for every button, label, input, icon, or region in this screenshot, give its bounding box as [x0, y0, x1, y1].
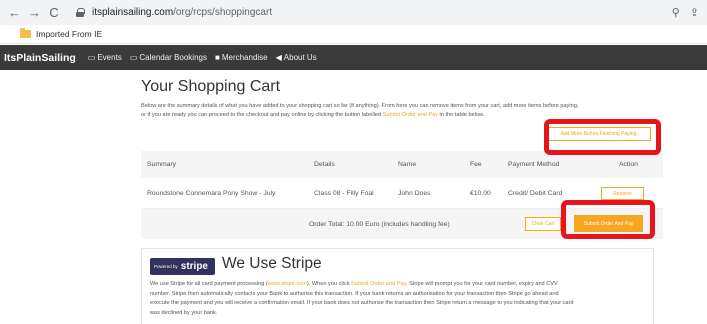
bookmark-imported-from-ie[interactable]: Imported From IE	[36, 29, 102, 39]
page-title: Your Shopping Cart	[141, 78, 281, 95]
remove-button[interactable]: Remove	[601, 187, 644, 200]
stripe-submit-link[interactable]: Submit Order and Pay	[351, 281, 406, 287]
row-fee: €10.00	[470, 189, 491, 197]
nav-events[interactable]: ▭ Events	[88, 53, 122, 62]
stripe-link[interactable]: www.stripe.com	[268, 281, 307, 287]
highlight-add-more	[544, 119, 661, 155]
cart-intro: Below are the summary details of what yo…	[141, 103, 579, 118]
url-text: itsplainsailing.com/org/rcps/shoppingcar…	[92, 6, 273, 18]
header-fee: Fee	[470, 161, 482, 168]
clear-cart-button[interactable]: Clear Cart	[525, 217, 561, 231]
share-icon[interactable]: ⇪	[690, 6, 699, 19]
folder-icon	[20, 28, 31, 38]
megaphone-icon: ◀	[275, 53, 282, 62]
header-name: Name	[398, 161, 417, 168]
header-details: Details	[314, 161, 335, 168]
row-payment-method: Credit/ Debit Card	[508, 189, 563, 197]
site-brand[interactable]: ItsPlainSailing	[4, 52, 76, 64]
reload-icon[interactable]: C	[48, 0, 60, 25]
calendar-icon: ▭	[87, 53, 96, 62]
forward-arrow-icon[interactable]: →	[28, 0, 41, 25]
row-summary: Roundstone Connemara Pony Show - July	[147, 189, 276, 197]
zoom-icon[interactable]: ⚲	[672, 6, 680, 19]
calendar-icon: ▭	[129, 53, 138, 62]
nav-calendar-bookings[interactable]: ▭ Calendar Bookings	[130, 53, 207, 62]
table-header: Summary Details Name Fee Payment Method …	[141, 151, 663, 178]
cart-content: Your Shopping Cart Below are the summary…	[141, 70, 663, 239]
stripe-title: We Use Stripe	[222, 255, 322, 272]
row-name: John Does	[398, 189, 431, 197]
powered-by-stripe-badge: Powered by stripe	[150, 258, 215, 275]
address-bar[interactable]: itsplainsailing.com/org/rcps/shoppingcar…	[72, 2, 699, 22]
header-action: Action	[619, 161, 638, 168]
bookmarks-bar: Imported From IE	[0, 25, 707, 44]
nav-merchandise[interactable]: ■ Merchandise	[215, 53, 268, 62]
back-arrow-icon[interactable]: ←	[8, 0, 21, 25]
header-payment-method: Payment Method	[508, 161, 560, 168]
nav-about-us[interactable]: ◀ About Us	[276, 53, 317, 62]
intro-submit-link[interactable]: Submit Order and Pay	[383, 112, 438, 118]
stripe-info-panel: Powered by stripe We Use Stripe We use S…	[141, 248, 654, 324]
lock-icon	[76, 7, 85, 17]
stripe-description: We use Stripe for all card payment proce…	[150, 281, 574, 316]
order-total: Order Total: 10.00 Euro (includes handli…	[309, 220, 450, 228]
browser-toolbar: ← → C itsplainsailing.com/org/rcps/shopp…	[0, 0, 707, 25]
site-navbar: ItsPlainSailing ▭ Events ▭ Calendar Bookin…	[0, 45, 707, 70]
highlight-submit-order	[561, 200, 655, 239]
shop-icon: ■	[214, 53, 220, 62]
header-summary: Summary	[147, 161, 177, 168]
row-details: Class 08 - Filly Foal	[314, 189, 374, 197]
